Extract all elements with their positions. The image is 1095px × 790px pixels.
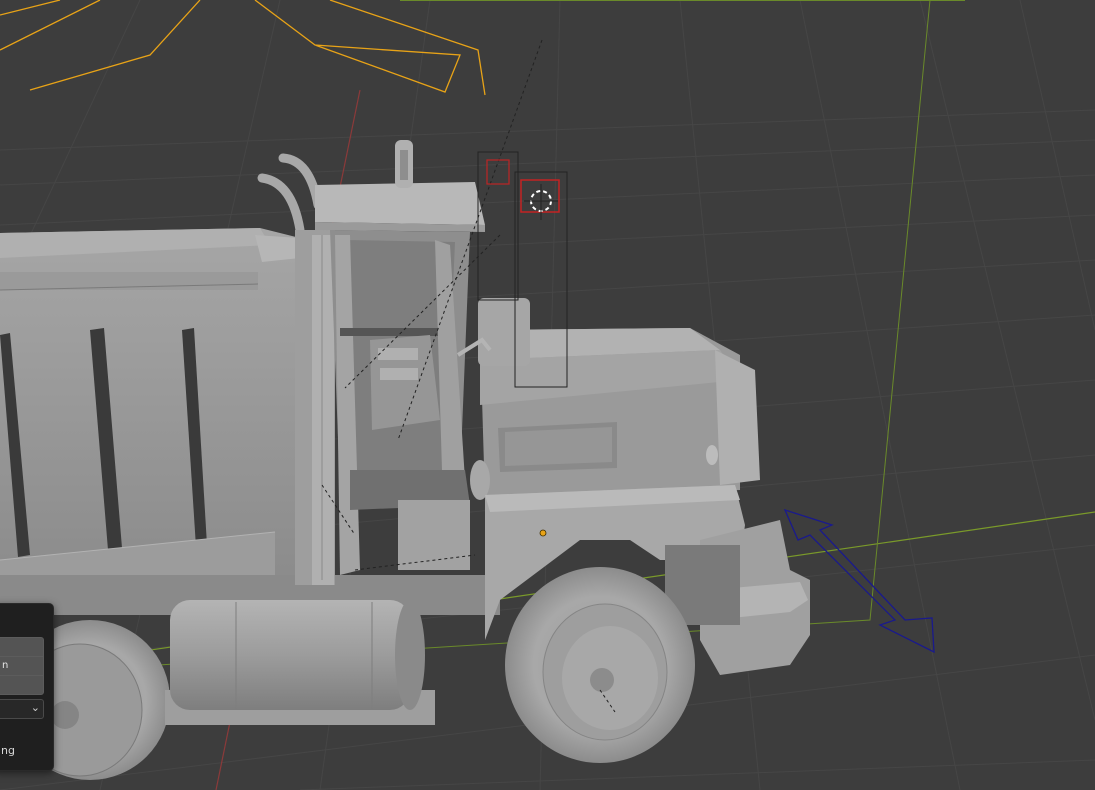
truck-cab <box>315 140 485 575</box>
operator-panel: n ⌄ ng <box>0 603 54 771</box>
panel-field-2[interactable]: n <box>0 656 44 676</box>
panel-dropdown[interactable]: ⌄ <box>0 699 44 719</box>
side-mirror <box>478 298 530 366</box>
spot-light-icon[interactable] <box>0 0 486 96</box>
panel-field-1[interactable] <box>0 637 44 657</box>
exhaust-stacks <box>257 153 323 235</box>
chevron-down-icon: ⌄ <box>30 701 40 714</box>
origin-dot-icon <box>539 529 547 537</box>
panel-label: ng <box>1 744 15 757</box>
fuel-tank <box>165 600 435 725</box>
dump-bed <box>0 228 300 600</box>
panel-field-3[interactable] <box>0 675 44 695</box>
front-tire <box>505 567 695 763</box>
camera-marker <box>486 159 510 185</box>
3d-viewport[interactable] <box>0 0 1095 790</box>
